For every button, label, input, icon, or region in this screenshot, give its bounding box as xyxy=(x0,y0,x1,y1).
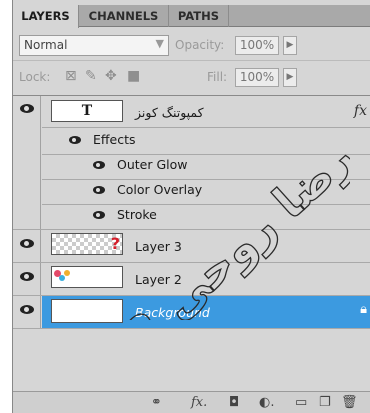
tab-channels[interactable]: CHANNELS xyxy=(79,5,169,27)
add-mask-icon[interactable]: ◘ xyxy=(229,395,239,410)
lock-label: Lock: xyxy=(19,70,51,84)
question-mark-icon: ? xyxy=(110,234,120,253)
row-divider xyxy=(42,154,370,155)
outer-glow-eye-icon[interactable] xyxy=(93,161,105,169)
adjustment-layer-icon[interactable]: ◐. xyxy=(259,395,274,410)
row-divider xyxy=(13,328,370,329)
lock-all-icon[interactable]: ■ xyxy=(127,68,140,84)
row-divider xyxy=(42,204,370,205)
link-layers-icon[interactable]: ⚭ xyxy=(151,395,162,410)
row-divider xyxy=(13,229,370,230)
trash-icon[interactable]: 🗑︎ xyxy=(341,395,358,410)
tab-layers[interactable]: LAYERS xyxy=(13,5,79,28)
row-divider xyxy=(42,127,370,128)
eye-icon[interactable] xyxy=(20,104,34,113)
lock-icon: 🔒︎ xyxy=(360,302,367,317)
blend-mode-select[interactable]: Normal ▼ xyxy=(19,35,169,56)
effects-label: Effects xyxy=(93,132,136,147)
layers-panel: LAYERS CHANNELS PATHS Normal ▼ Opacity: … xyxy=(12,0,370,413)
background-eye-icon[interactable] xyxy=(20,305,34,314)
background-layer-name: Background xyxy=(135,305,210,320)
lock-position-move-icon[interactable]: ✥ xyxy=(105,68,117,84)
fill-slider-button[interactable]: ▶ xyxy=(283,68,297,87)
lock-transparency-icon[interactable]: ⊠ xyxy=(65,68,77,84)
lock-image-brush-icon[interactable]: ✎ xyxy=(85,68,97,84)
fill-label: Fill: xyxy=(207,70,228,84)
divider xyxy=(13,60,370,61)
layers-list: T کمپوتنگ کونز fx Effects Outer Glow Col… xyxy=(13,95,370,391)
panel-tab-bar: LAYERS CHANNELS PATHS xyxy=(13,5,370,28)
chevron-down-icon: ▼ xyxy=(155,37,164,50)
text-layer-thumbnail: T xyxy=(51,100,123,122)
opacity-slider-button[interactable]: ▶ xyxy=(283,36,297,55)
layer-2-thumbnail xyxy=(51,266,123,288)
layer-3-name: Layer 3 xyxy=(135,239,182,254)
row-divider xyxy=(13,262,370,263)
layer-3-eye-icon[interactable] xyxy=(20,239,34,248)
effect-color-overlay[interactable]: Color Overlay xyxy=(117,182,202,197)
effect-outer-glow[interactable]: Outer Glow xyxy=(117,157,188,172)
background-thumbnail xyxy=(51,299,123,323)
fx-icon: fx xyxy=(353,103,367,119)
blend-mode-value: Normal xyxy=(24,38,68,52)
new-layer-icon[interactable]: ❐ xyxy=(319,395,331,410)
opacity-label: Opacity: xyxy=(175,38,225,52)
new-group-folder-icon[interactable]: ▭ xyxy=(295,395,307,410)
layer-3-thumbnail: ? xyxy=(51,233,123,255)
layer-2-eye-icon[interactable] xyxy=(20,272,34,281)
row-divider xyxy=(13,295,370,296)
fx-icon[interactable]: fx. xyxy=(191,395,207,410)
effect-stroke[interactable]: Stroke xyxy=(117,207,157,222)
visibility-column xyxy=(13,96,41,328)
tab-paths[interactable]: PATHS xyxy=(169,5,229,27)
opacity-input[interactable]: 100% xyxy=(235,36,279,55)
color-overlay-eye-icon[interactable] xyxy=(93,186,105,194)
layer-2-name: Layer 2 xyxy=(135,272,182,287)
row-divider xyxy=(42,179,370,180)
layer-name: کمپوتنگ کونز xyxy=(135,105,204,120)
layers-bottom-toolbar: ⚭ fx. ◘ ◐. ▭ ❐ 🗑︎ xyxy=(13,391,370,413)
fill-input[interactable]: 100% xyxy=(235,68,279,87)
effects-eye-icon[interactable] xyxy=(69,136,81,144)
stroke-eye-icon[interactable] xyxy=(93,211,105,219)
